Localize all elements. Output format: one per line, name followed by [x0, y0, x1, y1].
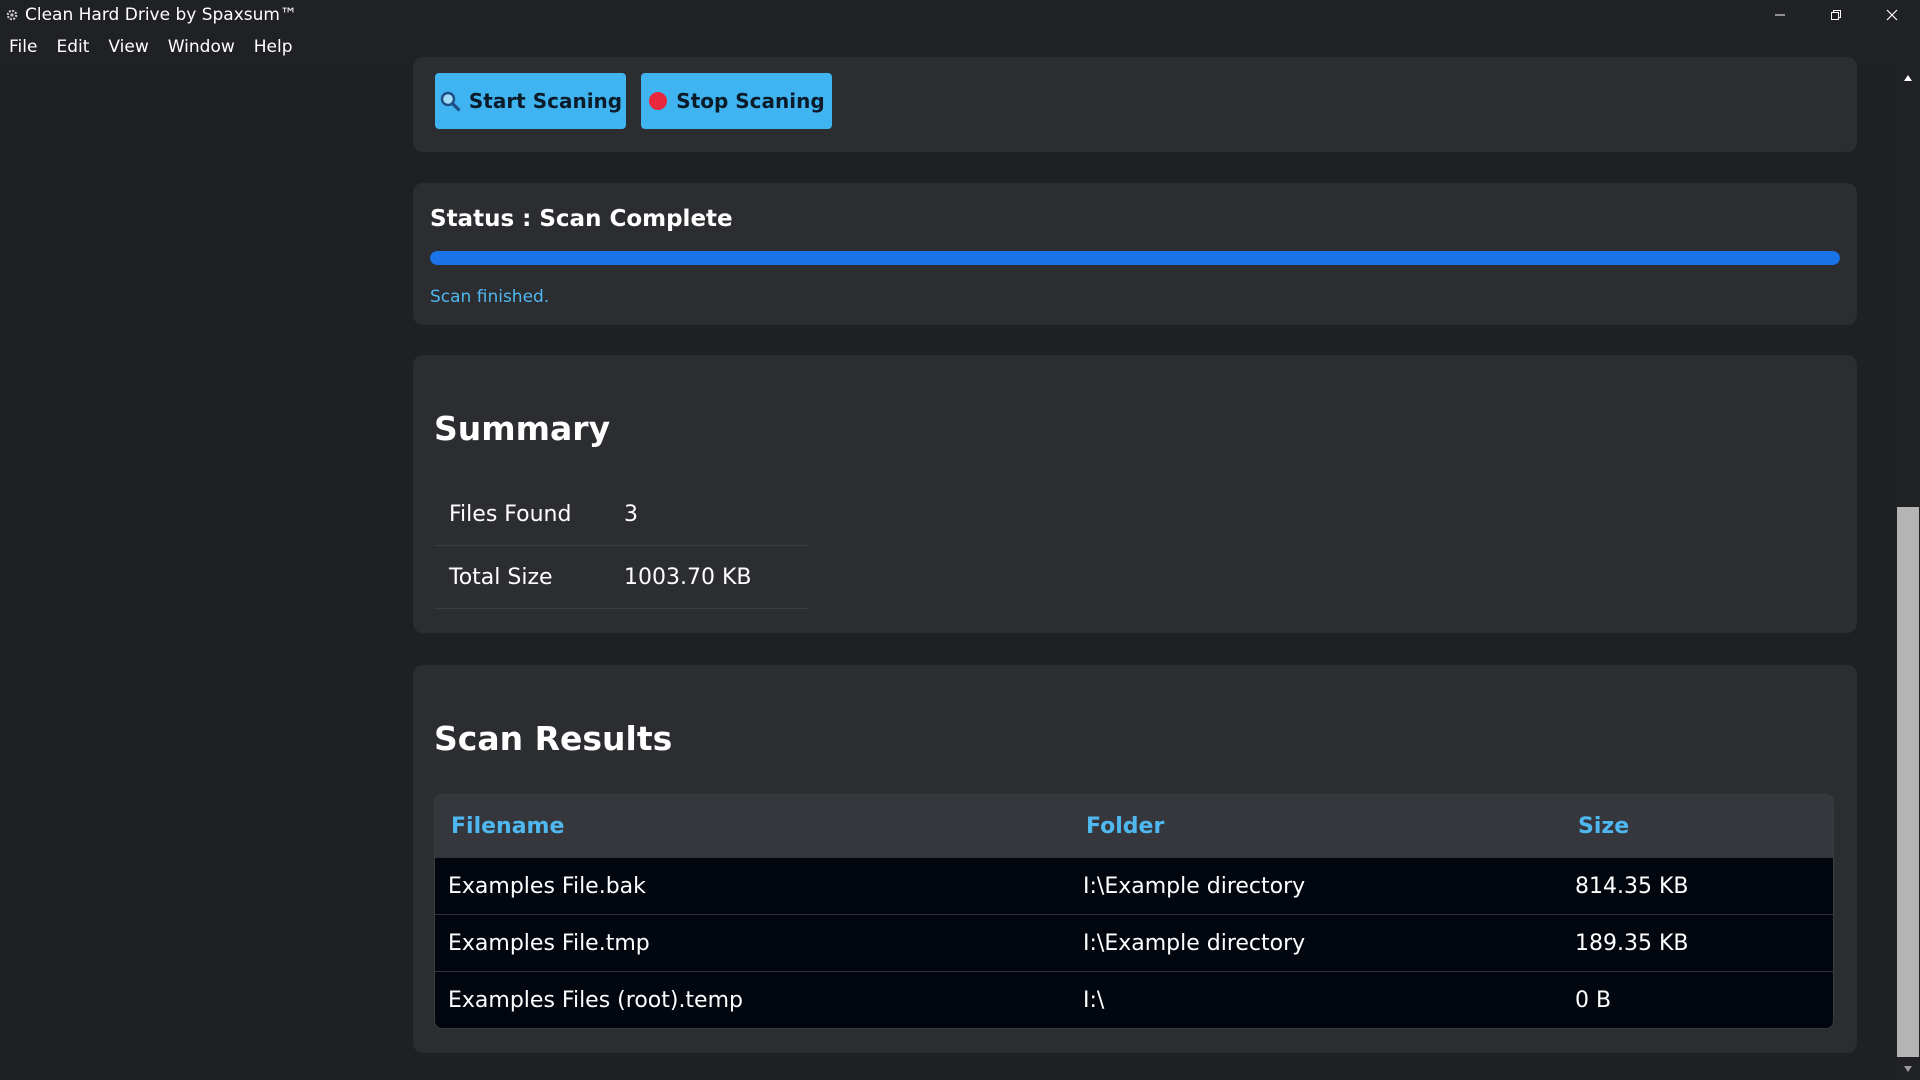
cell-size: 0 B — [1575, 987, 1612, 1013]
record-stop-icon — [648, 91, 668, 111]
results-title: Scan Results — [434, 719, 673, 758]
summary-card: Summary Files Found 3 Total Size 1003.70… — [413, 355, 1857, 633]
stop-scan-label: Stop Scaning — [676, 89, 825, 113]
summary-value: 3 — [624, 501, 638, 527]
menu-file[interactable]: File — [9, 37, 37, 57]
progress-bar — [430, 251, 1840, 265]
summary-row-total-size: Total Size 1003.70 KB — [434, 546, 808, 609]
results-card: Scan Results Filename Folder Size Exampl… — [413, 665, 1857, 1053]
progress-fill — [430, 251, 1840, 265]
cell-folder: I:\Example directory — [1083, 873, 1306, 899]
table-row[interactable]: Examples File.bak I:\Example directory 8… — [435, 857, 1833, 914]
column-header-size[interactable]: Size — [1562, 814, 1833, 839]
cell-folder: I:\Example directory — [1083, 930, 1306, 956]
results-header-row: Filename Folder Size — [435, 795, 1833, 857]
stop-scan-button[interactable]: Stop Scaning — [641, 73, 832, 129]
chevron-up-icon — [1904, 75, 1912, 81]
summary-label: Total Size — [449, 564, 553, 590]
start-scan-button[interactable]: Start Scaning — [435, 73, 626, 129]
close-icon — [1886, 9, 1898, 20]
title-bar: Clean Hard Drive by Spaxsum™ — [0, 0, 1920, 29]
menu-window[interactable]: Window — [168, 37, 235, 57]
scroll-down-button[interactable] — [1896, 1058, 1920, 1080]
table-row[interactable]: Examples Files (root).temp I:\ 0 B — [435, 971, 1833, 1028]
window-title: Clean Hard Drive by Spaxsum™ — [25, 4, 297, 25]
start-scan-label: Start Scaning — [468, 89, 623, 113]
table-row[interactable]: Examples File.tmp I:\Example directory 1… — [435, 914, 1833, 971]
controls-card: Start Scaning Stop Scaning — [413, 57, 1857, 152]
results-table: Filename Folder Size Examples File.bak I… — [434, 794, 1834, 1029]
summary-table: Files Found 3 Total Size 1003.70 KB — [434, 483, 808, 609]
minimize-button[interactable] — [1752, 0, 1808, 29]
status-message: Scan finished. — [430, 287, 550, 307]
status-card: Status : Scan Complete Scan finished. — [413, 183, 1857, 325]
restore-icon — [1831, 9, 1841, 20]
menu-view[interactable]: View — [108, 37, 148, 57]
status-title: Status : Scan Complete — [430, 206, 733, 232]
app-gear-icon — [6, 9, 18, 20]
restore-button[interactable] — [1808, 0, 1864, 29]
chevron-down-icon — [1904, 1066, 1912, 1072]
cell-filename: Examples Files (root).temp — [448, 987, 743, 1013]
cell-filename: Examples File.bak — [448, 873, 646, 899]
column-header-filename[interactable]: Filename — [435, 814, 1070, 839]
scroll-up-button[interactable] — [1896, 67, 1920, 89]
close-button[interactable] — [1864, 0, 1920, 29]
scroll-thumb[interactable] — [1897, 507, 1919, 1057]
menu-edit[interactable]: Edit — [56, 37, 89, 57]
summary-value: 1003.70 KB — [624, 564, 752, 590]
cell-size: 814.35 KB — [1575, 873, 1689, 899]
cell-folder: I:\ — [1083, 987, 1105, 1013]
summary-title: Summary — [434, 409, 611, 448]
summary-label: Files Found — [449, 501, 572, 527]
vertical-scrollbar[interactable] — [1896, 67, 1920, 1080]
cell-size: 189.35 KB — [1575, 930, 1689, 956]
menu-help[interactable]: Help — [254, 37, 293, 57]
main-content: Start Scaning Stop Scaning Status : Scan… — [0, 57, 1896, 1080]
minimize-icon — [1775, 14, 1785, 15]
magnifier-icon — [439, 90, 461, 112]
window-controls — [1752, 0, 1920, 29]
summary-row-files-found: Files Found 3 — [434, 483, 808, 546]
column-header-folder[interactable]: Folder — [1070, 814, 1562, 839]
cell-filename: Examples File.tmp — [448, 930, 650, 956]
